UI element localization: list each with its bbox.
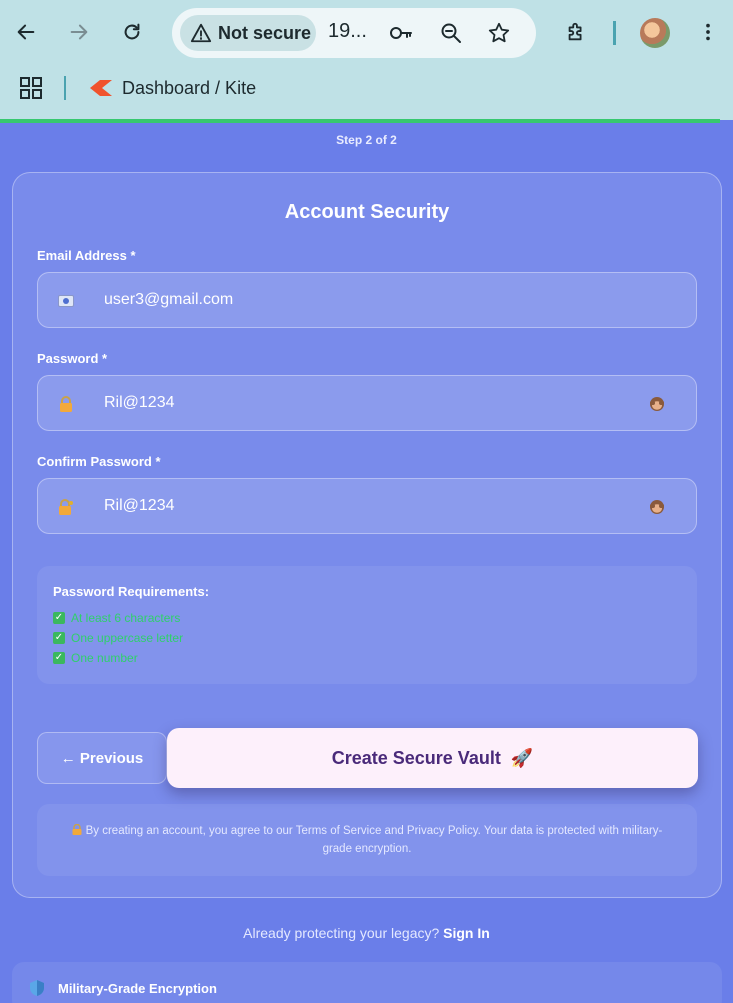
email-value: user3@gmail.com <box>104 291 234 308</box>
monkey-eye-icon[interactable] <box>646 394 668 414</box>
forward-arrow-icon <box>70 24 88 40</box>
lock-key-icon <box>56 497 76 517</box>
create-button-label: Create Secure Vault <box>331 747 501 768</box>
kite-logo-icon <box>90 80 112 96</box>
requirement-text: At least 6 characters <box>71 611 181 625</box>
key-icon[interactable] <box>388 20 414 46</box>
feature-label: Military-Grade Encryption <box>58 981 217 996</box>
security-chip-label: Not secure <box>218 22 312 43</box>
lock-icon <box>72 823 82 835</box>
apps-grid-icon[interactable] <box>20 77 42 99</box>
signin-prompt: Already protecting your legacy? Sign In <box>0 925 733 941</box>
page-title: Account Security <box>284 201 450 223</box>
terms-text: By creating an account, you agree to our… <box>85 825 663 855</box>
zoom-icon[interactable] <box>438 20 464 46</box>
menu-button[interactable] <box>690 14 726 50</box>
monkey-eye-icon[interactable] <box>646 497 668 517</box>
browser-toolbar: Not secure 19... <box>0 0 733 66</box>
url-text[interactable]: 19... <box>328 20 367 43</box>
browser-chrome: Not secure 19... Dashboard / Kite <box>0 0 733 120</box>
check-icon: ✓ <box>53 652 65 664</box>
bookmarks-divider <box>64 76 66 100</box>
lock-icon <box>56 394 76 414</box>
security-chip[interactable]: Not secure <box>180 15 316 51</box>
requirement-item: ✓ At least 6 characters <box>53 611 180 625</box>
address-bar[interactable]: Not secure 19... <box>172 8 536 58</box>
back-arrow-icon <box>17 24 35 40</box>
email-label: Email Address * <box>37 248 136 263</box>
check-icon: ✓ <box>53 632 65 644</box>
password-label: Password * <box>37 351 108 366</box>
confirm-password-field[interactable]: Ril@1234 <box>37 478 697 534</box>
back-button[interactable] <box>8 14 44 50</box>
kebab-menu-icon <box>706 23 710 41</box>
avatar[interactable] <box>640 18 670 48</box>
check-icon: ✓ <box>53 612 65 624</box>
email-icon <box>56 291 76 311</box>
password-field[interactable]: Ril@1234 <box>37 375 697 431</box>
requirement-item: ✓ One uppercase letter <box>53 631 183 645</box>
rocket-icon: 🚀 <box>510 747 534 768</box>
step-indicator: Step 2 of 2 <box>336 133 397 147</box>
requirement-item: ✓ One number <box>53 651 138 665</box>
requirement-text: One uppercase letter <box>71 631 184 645</box>
password-value: Ril@1234 <box>104 394 175 411</box>
reload-icon <box>124 23 140 40</box>
email-field[interactable]: user3@gmail.com <box>37 272 697 328</box>
puzzle-icon <box>568 22 582 41</box>
toolbar-divider <box>613 21 616 45</box>
confirm-password-label: Confirm Password * <box>37 454 161 469</box>
reload-button[interactable] <box>114 14 150 50</box>
feature-encryption: Military-Grade Encryption <box>12 962 722 1003</box>
shield-icon <box>30 980 44 996</box>
forward-button[interactable] <box>61 14 97 50</box>
account-security-card: Account Security Email Address * user3@g… <box>12 172 722 898</box>
create-secure-vault-button[interactable]: Create Secure Vault 🚀 <box>167 728 698 788</box>
previous-button[interactable]: ← Previous <box>37 732 167 784</box>
requirement-text: One number <box>71 651 138 665</box>
step-progress-bar <box>0 119 720 123</box>
warning-icon <box>190 23 212 43</box>
star-icon[interactable] <box>486 20 512 46</box>
bookmark-label: Dashboard / Kite <box>122 77 257 98</box>
signin-prompt-text: Already protecting your legacy? <box>243 925 440 941</box>
terms-notice: By creating an account, you agree to our… <box>37 804 697 876</box>
extensions-button[interactable] <box>558 14 594 50</box>
confirm-password-value: Ril@1234 <box>104 497 175 514</box>
password-requirements: Password Requirements: ✓ At least 6 char… <box>37 566 697 684</box>
requirements-title: Password Requirements: <box>53 584 210 599</box>
bookmark-kite[interactable]: Dashboard / Kite <box>90 76 256 100</box>
signin-link[interactable]: Sign In <box>443 925 490 941</box>
